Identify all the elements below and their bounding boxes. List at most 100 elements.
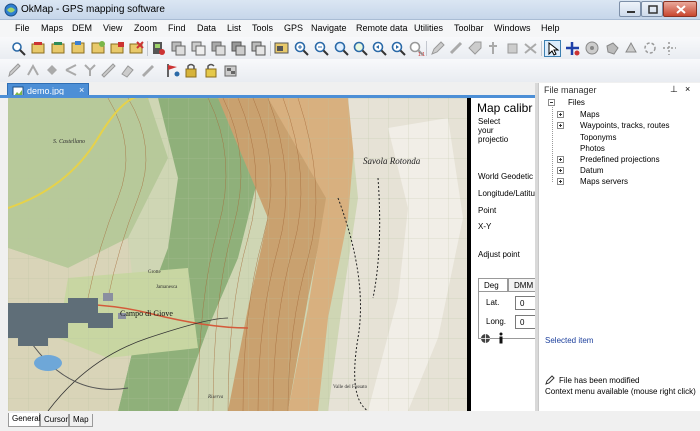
menu-zoom[interactable]: Zoom <box>134 23 157 33</box>
menu-dem[interactable]: DEM <box>72 23 92 33</box>
close-panel-icon[interactable]: × <box>685 84 690 94</box>
menu-utilities[interactable]: Utilities <box>414 23 443 33</box>
tag-icon[interactable] <box>466 40 483 57</box>
menu-help[interactable]: Help <box>541 23 560 33</box>
map-label: Jamanesca <box>156 285 178 290</box>
menu-list[interactable]: List <box>227 23 241 33</box>
overlay-icon[interactable] <box>210 40 227 57</box>
info-icon[interactable] <box>497 332 505 344</box>
open-dem-icon[interactable] <box>30 40 47 57</box>
zoom-next-icon[interactable] <box>390 40 407 57</box>
save-icon[interactable] <box>70 40 87 57</box>
pin-icon[interactable] <box>485 40 502 57</box>
zoom-out-icon[interactable] <box>313 40 330 57</box>
maximize-button[interactable] <box>641 1 663 17</box>
zoom-fit-icon[interactable] <box>352 40 369 57</box>
pin-icon[interactable]: ⊥ <box>670 84 678 95</box>
ruler-icon[interactable] <box>100 62 117 79</box>
menu-remote-data[interactable]: Remote data <box>356 23 408 33</box>
menu-file[interactable]: File <box>15 23 30 33</box>
join-icon[interactable] <box>82 62 99 79</box>
tree-expand-toggle[interactable] <box>557 167 564 174</box>
tree-item-maps[interactable]: Maps <box>580 110 600 119</box>
tree-item-toponyms[interactable]: Toponyms <box>580 133 616 142</box>
tree-expand-toggle[interactable] <box>557 178 564 185</box>
tab-map[interactable]: Map <box>69 414 93 427</box>
map-view[interactable]: S. Castellano Savola Rotonda Campo di Gi… <box>8 98 468 411</box>
document-tab-close-icon[interactable]: × <box>79 85 84 95</box>
tree-item-datum[interactable]: Datum <box>580 166 604 175</box>
transparency-icon[interactable] <box>230 40 247 57</box>
save-as-icon[interactable] <box>90 40 107 57</box>
toolbar-separator <box>541 41 542 56</box>
latitude-label: Lat. <box>486 298 500 307</box>
drag-icon[interactable] <box>623 40 640 57</box>
zoom-1-1-icon[interactable]: 1:1 <box>408 40 425 58</box>
add-waypoint-icon[interactable] <box>564 40 581 57</box>
split-icon[interactable] <box>63 62 80 79</box>
select-arrow-icon[interactable] <box>544 40 561 57</box>
menu-find[interactable]: Find <box>168 23 186 33</box>
edit-shape-icon[interactable] <box>448 40 465 57</box>
close-icon[interactable] <box>128 40 145 57</box>
print-icon[interactable] <box>109 40 126 57</box>
grid-icon[interactable] <box>190 40 207 57</box>
tab-dmm[interactable]: DMM <box>508 278 535 292</box>
menu-data[interactable]: Data <box>197 23 216 33</box>
zoom-in-icon[interactable] <box>293 40 310 57</box>
node-icon[interactable] <box>504 40 521 57</box>
gps-icon[interactable] <box>150 40 167 57</box>
map-properties-icon[interactable] <box>273 40 290 57</box>
menu-maps[interactable]: Maps <box>41 23 63 33</box>
tree-item-maps-servers[interactable]: Maps servers <box>580 177 628 186</box>
tab-general[interactable]: General <box>8 413 40 427</box>
tree-item-photos[interactable]: Photos <box>580 144 605 153</box>
globe-icon[interactable] <box>480 333 491 344</box>
bottom-tabs: General Cursor Map <box>0 411 700 431</box>
file-manager-panel: File manager ⊥ × Files Maps Waypoints, t… <box>538 83 700 411</box>
marker-icon[interactable] <box>139 62 156 79</box>
menu-gps[interactable]: GPS <box>284 23 303 33</box>
map-label: S. Castellano <box>53 139 85 145</box>
open-data-icon[interactable] <box>50 40 67 57</box>
point-icon[interactable] <box>44 62 61 79</box>
route-icon[interactable] <box>25 62 42 79</box>
flag-icon[interactable] <box>164 62 181 79</box>
cascade-icon[interactable] <box>250 40 267 57</box>
move-icon[interactable] <box>584 40 601 57</box>
tree-item-projections[interactable]: Predefined projections <box>580 155 660 164</box>
pan-icon[interactable] <box>661 40 678 57</box>
database-icon[interactable] <box>222 62 239 79</box>
tab-cursor[interactable]: Cursor <box>40 414 69 427</box>
layers-icon[interactable] <box>170 40 187 57</box>
tree-expand-toggle[interactable] <box>557 156 564 163</box>
menu-tools[interactable]: Tools <box>252 23 273 33</box>
zoom-prev-icon[interactable] <box>371 40 388 57</box>
close-window-button[interactable] <box>663 1 697 17</box>
edit-toolbar <box>0 59 700 82</box>
open-map-icon[interactable] <box>10 40 27 57</box>
latitude-input[interactable]: 0 <box>515 296 535 310</box>
menu-navigate[interactable]: Navigate <box>311 23 347 33</box>
menu-view[interactable]: View <box>103 23 122 33</box>
tree-item-waypoints[interactable]: Waypoints, tracks, routes <box>580 121 670 130</box>
hand-icon[interactable] <box>604 40 621 57</box>
cut-icon[interactable] <box>522 40 539 57</box>
lock-open-icon[interactable] <box>203 62 220 79</box>
menu-toolbar[interactable]: Toolbar <box>454 23 484 33</box>
eraser-icon[interactable] <box>119 62 136 79</box>
minimize-button[interactable] <box>619 1 641 17</box>
tree-expand-toggle[interactable] <box>557 122 564 129</box>
pencil-icon[interactable] <box>6 62 23 79</box>
toolbar-separator <box>147 41 148 56</box>
tree-expand-toggle[interactable] <box>557 111 564 118</box>
lock-icon[interactable] <box>183 62 200 79</box>
tab-deg[interactable]: Deg <box>478 278 508 292</box>
edit-pencil-icon[interactable] <box>429 40 446 57</box>
longitude-input[interactable]: 0 <box>515 315 535 329</box>
rotate-icon[interactable] <box>642 40 659 57</box>
menu-windows[interactable]: Windows <box>494 23 531 33</box>
zoom-window-icon[interactable] <box>333 40 350 57</box>
tree-collapse-toggle[interactable] <box>548 99 555 106</box>
tree-item-files[interactable]: Files <box>568 98 585 107</box>
